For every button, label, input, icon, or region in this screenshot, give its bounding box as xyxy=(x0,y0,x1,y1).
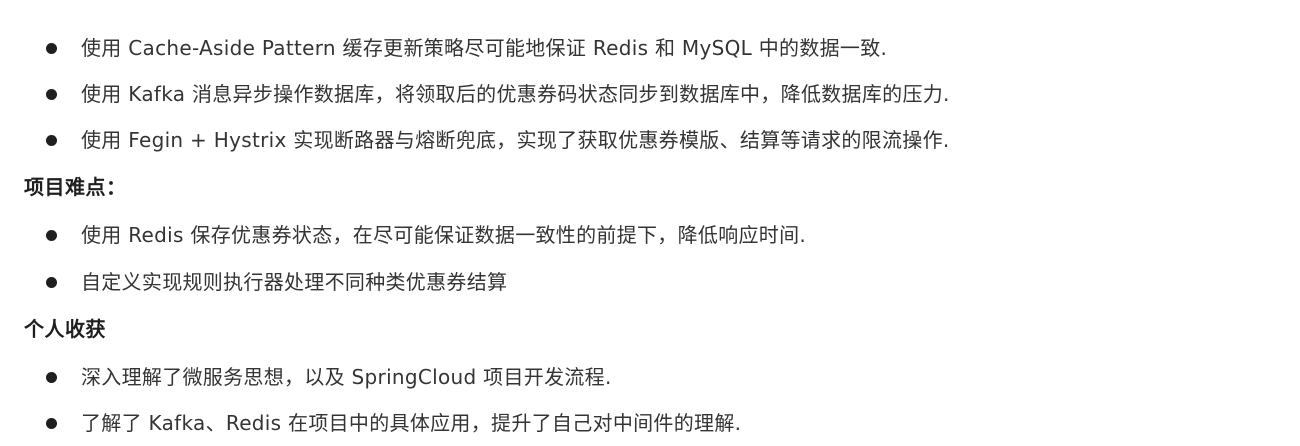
bullet-icon xyxy=(46,276,57,288)
list-item: 使用 Redis 保存优惠券状态，在尽可能保证数据一致性的前提下，降低响应时间. xyxy=(46,212,806,258)
section-heading: 项目难点： xyxy=(24,175,127,199)
list-item-text: 使用 Redis 保存优惠券状态，在尽可能保证数据一致性的前提下，降低响应时间. xyxy=(81,223,807,247)
list-item: 使用 Kafka 消息异步操作数据库，将领取后的优惠券码状态同步到数据库中，降低… xyxy=(46,71,950,117)
list-item: 了解了 Kafka、Redis 在项目中的具体应用，提升了自己对中间件的理解. xyxy=(46,400,741,446)
bullet-icon xyxy=(46,88,57,100)
bullet-icon xyxy=(46,417,57,429)
bullet-icon xyxy=(46,229,57,241)
list-item-text: 使用 Fegin + Hystrix 实现断路器与熔断兜底，实现了获取优惠券模版… xyxy=(81,128,950,152)
list-item: 深入理解了微服务思想，以及 SpringCloud 项目开发流程. xyxy=(46,354,612,400)
list-item-text: 了解了 Kafka、Redis 在项目中的具体应用，提升了自己对中间件的理解. xyxy=(81,411,742,435)
list-item-text: 使用 Kafka 消息异步操作数据库，将领取后的优惠券码状态同步到数据库中，降低… xyxy=(81,82,950,106)
list-item: 使用 Cache-Aside Pattern 缓存更新策略尽可能地保证 Redi… xyxy=(46,25,887,71)
list-item-text: 深入理解了微服务思想，以及 SpringCloud 项目开发流程. xyxy=(81,365,612,389)
list-item: 自定义实现规则执行器处理不同种类优惠券结算 xyxy=(46,259,507,305)
list-item-text: 使用 Cache-Aside Pattern 缓存更新策略尽可能地保证 Redi… xyxy=(81,36,888,60)
list-item-text: 自定义实现规则执行器处理不同种类优惠券结算 xyxy=(81,270,508,294)
bullet-icon xyxy=(46,134,57,146)
list-item: 使用 Fegin + Hystrix 实现断路器与熔断兜底，实现了获取优惠券模版… xyxy=(46,117,950,163)
section-heading: 个人收获 xyxy=(24,317,106,341)
bullet-icon xyxy=(46,371,57,383)
resume-document: 使用 Cache-Aside Pattern 缓存更新策略尽可能地保证 Redi… xyxy=(0,0,1300,442)
bullet-icon xyxy=(46,42,57,54)
